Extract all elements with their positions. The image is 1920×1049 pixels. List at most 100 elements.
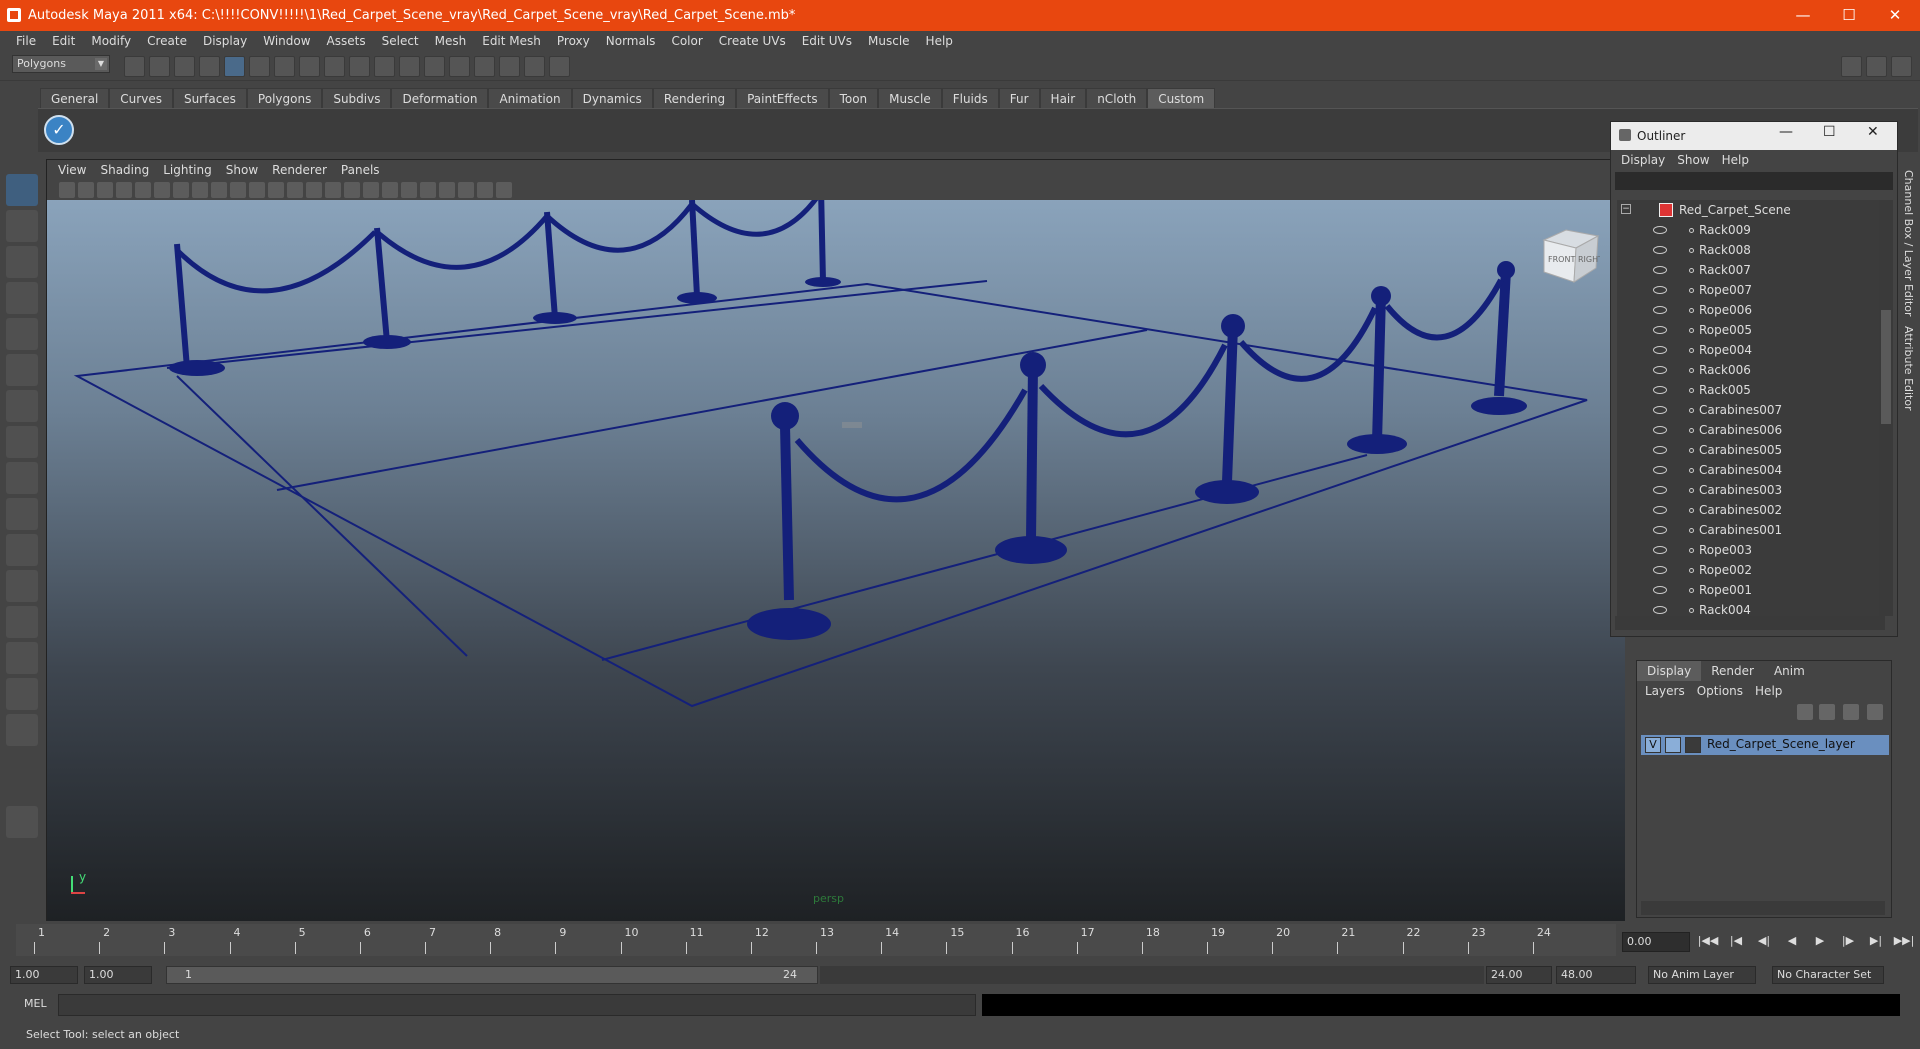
viewport-menu-renderer[interactable]: Renderer <box>265 160 334 180</box>
outliner-item[interactable]: Carabines007 <box>1617 400 1879 420</box>
go-to-end-icon[interactable]: ▶▶| <box>1892 934 1916 950</box>
manipulator-tool-icon[interactable] <box>6 390 38 422</box>
select-tool-icon[interactable] <box>6 174 38 206</box>
minimize-icon[interactable]: — <box>1780 0 1826 31</box>
shadows-icon[interactable] <box>401 182 417 198</box>
tool-settings-toggle-icon[interactable] <box>1866 56 1887 77</box>
shelf-tab-subdivs[interactable]: Subdivs <box>322 88 392 108</box>
outliner-minimize-icon[interactable]: — <box>1779 124 1793 140</box>
outliner-item[interactable]: Carabines004 <box>1617 460 1879 480</box>
outliner-item[interactable]: Rope006 <box>1617 300 1879 320</box>
menu-proxy[interactable]: Proxy <box>549 31 598 51</box>
collapse-icon[interactable]: − <box>1621 204 1631 214</box>
close-icon[interactable]: ✕ <box>1872 0 1918 31</box>
show-manipulator-icon[interactable] <box>6 462 38 494</box>
menu-select[interactable]: Select <box>374 31 427 51</box>
outliner-item[interactable]: Rope004 <box>1617 340 1879 360</box>
help-icon[interactable] <box>399 56 420 77</box>
command-input[interactable] <box>58 994 976 1016</box>
shelf-tab-dynamics[interactable]: Dynamics <box>571 88 653 108</box>
scale-tool-icon[interactable] <box>6 354 38 386</box>
lasso-tool-icon[interactable] <box>6 210 38 242</box>
menu-edit-uvs[interactable]: Edit UVs <box>794 31 860 51</box>
checkmark-shelf-icon[interactable]: ✓ <box>44 115 74 145</box>
menu-set-dropdown[interactable]: Polygons ▼ <box>12 55 110 73</box>
menu-create-uvs[interactable]: Create UVs <box>711 31 794 51</box>
outliner-item[interactable]: Rack009 <box>1617 220 1879 240</box>
channel-box-toggle-icon[interactable] <box>1891 56 1912 77</box>
outliner-item[interactable]: Carabines001 <box>1617 520 1879 540</box>
outliner-vertical-scrollbar[interactable] <box>1879 200 1893 616</box>
hypershade-layout-icon[interactable] <box>6 678 38 710</box>
outliner-item[interactable]: Rope007 <box>1617 280 1879 300</box>
persp-graph-layout-icon[interactable] <box>6 642 38 674</box>
safe-title-icon[interactable] <box>287 182 303 198</box>
menu-mesh[interactable]: Mesh <box>427 31 475 51</box>
bookmark-icon[interactable] <box>97 182 113 198</box>
make-live-icon[interactable] <box>374 56 395 77</box>
command-language-label[interactable]: MEL <box>24 997 47 1010</box>
2d-pan-zoom-icon[interactable] <box>135 182 151 198</box>
grease-pencil-icon[interactable] <box>154 182 170 198</box>
playback-start-field[interactable]: 1.00 <box>84 966 152 984</box>
outliner-item[interactable]: Rack004 <box>1617 600 1879 616</box>
step-back-frame-icon[interactable]: ◀| <box>1752 934 1776 950</box>
outliner-item[interactable]: Rack005 <box>1617 380 1879 400</box>
menu-edit-mesh[interactable]: Edit Mesh <box>474 31 549 51</box>
layer-menu-layers[interactable]: Layers <box>1639 681 1691 701</box>
use-all-lights-icon[interactable] <box>382 182 398 198</box>
outliner-menu-show[interactable]: Show <box>1671 150 1715 170</box>
shelf-tab-hair[interactable]: Hair <box>1039 88 1087 108</box>
anim-layer-dropdown[interactable]: No Anim Layer <box>1648 966 1756 984</box>
shelf-tab-general[interactable]: General <box>40 88 110 108</box>
layer-horizontal-scrollbar[interactable] <box>1641 901 1885 915</box>
outliner-root-item[interactable]: − Red_Carpet_Scene <box>1617 200 1879 220</box>
xray-components-icon[interactable] <box>496 182 512 198</box>
viewport-menu-show[interactable]: Show <box>219 160 265 180</box>
move-tool-icon[interactable] <box>6 282 38 314</box>
outliner-item[interactable]: Carabines003 <box>1617 480 1879 500</box>
menu-muscle[interactable]: Muscle <box>860 31 918 51</box>
gate-mask-icon[interactable] <box>230 182 246 198</box>
layer-menu-help[interactable]: Help <box>1749 681 1788 701</box>
outliner-item[interactable]: Carabines006 <box>1617 420 1879 440</box>
menu-file[interactable]: File <box>8 31 44 51</box>
new-layer-selected-icon[interactable] <box>1867 704 1883 720</box>
move-layer-up-icon[interactable] <box>1797 704 1813 720</box>
outliner-item[interactable]: Carabines005 <box>1617 440 1879 460</box>
outliner-item[interactable]: Rope001 <box>1617 580 1879 600</box>
menu-help[interactable]: Help <box>918 31 961 51</box>
shelf-tab-curves[interactable]: Curves <box>109 88 173 108</box>
paint-select-tool-icon[interactable] <box>6 246 38 278</box>
tab-display[interactable]: Display <box>1637 661 1702 681</box>
shelf-tab-muscle[interactable]: Muscle <box>878 88 942 108</box>
wireframe-icon[interactable] <box>306 182 322 198</box>
snap-point-icon[interactable] <box>324 56 345 77</box>
outliner-menu-help[interactable]: Help <box>1716 150 1755 170</box>
smooth-shade-icon[interactable] <box>325 182 341 198</box>
soft-mod-tool-icon[interactable] <box>6 426 38 458</box>
select-component-icon[interactable] <box>249 56 270 77</box>
hypershade-icon[interactable] <box>549 56 570 77</box>
play-forward-icon[interactable]: ▶ <box>1808 934 1832 950</box>
playback-end-field[interactable]: 24.00 <box>1486 966 1552 984</box>
select-hierarchy-icon[interactable] <box>199 56 220 77</box>
resolution-gate-icon[interactable] <box>211 182 227 198</box>
attribute-editor-toggle-icon[interactable] <box>1841 56 1862 77</box>
rotate-tool-icon[interactable] <box>6 318 38 350</box>
menu-create[interactable]: Create <box>139 31 195 51</box>
step-forward-frame-icon[interactable]: |▶ <box>1836 934 1860 950</box>
menu-color[interactable]: Color <box>663 31 710 51</box>
menu-edit[interactable]: Edit <box>44 31 83 51</box>
last-tool-icon[interactable] <box>6 498 38 530</box>
menu-assets[interactable]: Assets <box>319 31 374 51</box>
viewport-menu-lighting[interactable]: Lighting <box>156 160 219 180</box>
scroll-thumb[interactable] <box>1881 310 1891 424</box>
shelf-tab-rendering[interactable]: Rendering <box>652 88 737 108</box>
time-slider[interactable]: 1 2 3 4 5 6 7 8 9 10 11 12 13 14 15 16 17 18 19 20 21 22 23 24 <box>16 924 1616 956</box>
outliner-menu-display[interactable]: Display <box>1615 150 1671 170</box>
outliner-item[interactable]: Rack007 <box>1617 260 1879 280</box>
perspective-viewport[interactable]: View Shading Lighting Show Renderer Pane… <box>46 159 1625 921</box>
safe-action-icon[interactable] <box>268 182 284 198</box>
camera-attributes-icon[interactable] <box>78 182 94 198</box>
